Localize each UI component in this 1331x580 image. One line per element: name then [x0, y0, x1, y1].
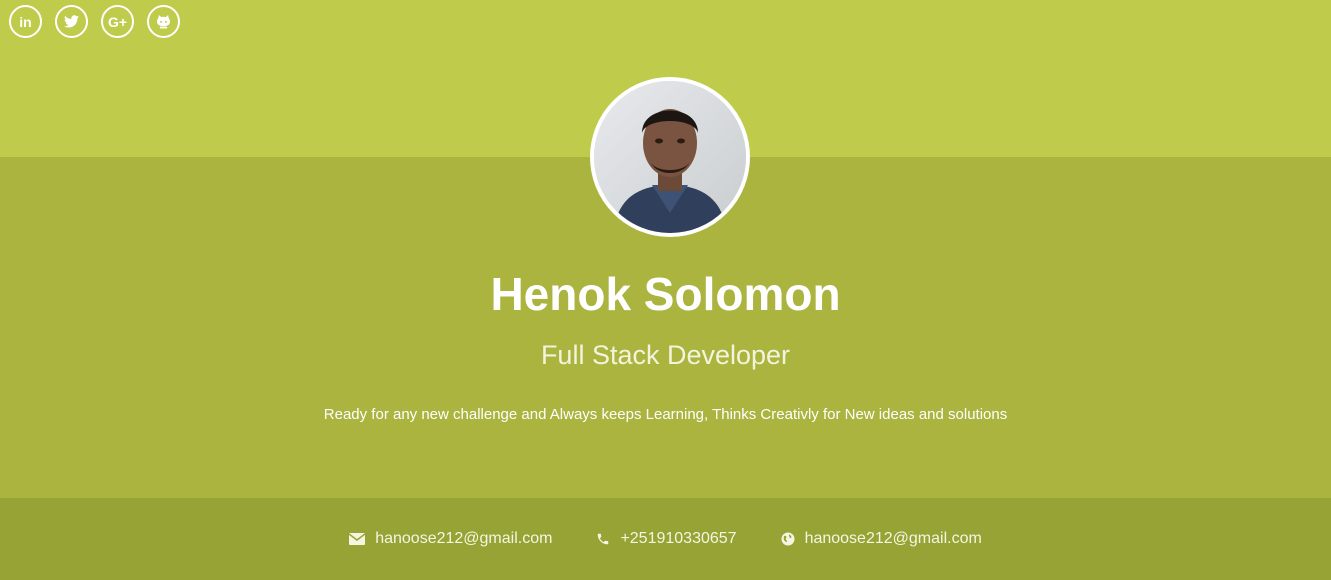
google-plus-link[interactable]: G+ [101, 5, 134, 38]
profile-bio: Ready for any new challenge and Always k… [323, 406, 1008, 423]
globe-icon [781, 532, 795, 546]
phone-icon [596, 532, 610, 546]
contact-phone[interactable]: +251910330657 [596, 530, 737, 548]
profile-name: Henok Solomon [490, 268, 841, 320]
twitter-icon [64, 15, 79, 28]
linkedin-icon: in [19, 13, 32, 30]
contact-email-text: hanoose212@gmail.com [375, 530, 553, 547]
profile-avatar [590, 77, 750, 237]
contact-phone-text: +251910330657 [620, 530, 737, 547]
contact-bar: hanoose212@gmail.com +251910330657 hanoo… [0, 498, 1331, 580]
contact-website-text: hanoose212@gmail.com [804, 530, 982, 547]
github-link[interactable] [147, 5, 180, 38]
profile-title: Full Stack Developer [540, 340, 791, 370]
social-links: in G+ [9, 5, 180, 38]
google-plus-icon: G+ [107, 13, 128, 30]
contact-email[interactable]: hanoose212@gmail.com [349, 530, 552, 548]
envelope-icon [349, 533, 366, 545]
twitter-link[interactable] [55, 5, 88, 38]
contact-website[interactable]: hanoose212@gmail.com [781, 530, 982, 548]
github-icon [156, 14, 171, 29]
profile-photo [594, 81, 746, 233]
linkedin-link[interactable]: in [9, 5, 42, 38]
